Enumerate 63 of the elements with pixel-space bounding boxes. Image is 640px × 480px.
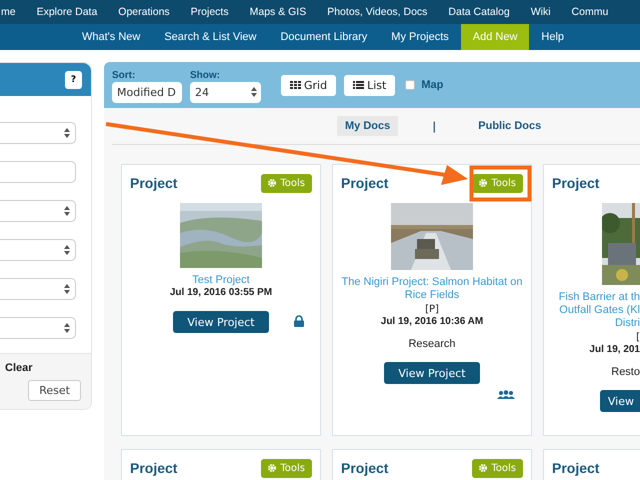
view-project-button[interactable]: View bbox=[600, 390, 640, 412]
project-date: Jul 19, 2016 03:55 PM bbox=[170, 287, 272, 299]
nav-link[interactable]: Operations bbox=[118, 6, 170, 18]
input-field[interactable] bbox=[0, 161, 76, 183]
project-tag: [P] bbox=[425, 303, 439, 316]
card-heading: Project bbox=[552, 175, 600, 191]
nav-link[interactable]: Projects bbox=[190, 6, 229, 18]
nav-link[interactable]: Explore Data bbox=[36, 6, 98, 18]
nav-tab[interactable]: Help bbox=[529, 24, 576, 50]
gear-icon bbox=[268, 464, 276, 472]
sort-arrows-icon bbox=[64, 284, 70, 294]
select-field[interactable] bbox=[0, 122, 76, 144]
nav-tab[interactable]: Search & List View bbox=[152, 24, 268, 50]
select-field[interactable] bbox=[0, 239, 76, 261]
grid-view-button[interactable]: Grid bbox=[281, 74, 336, 96]
nav-link[interactable]: Maps & GIS bbox=[250, 6, 306, 18]
nav-tab[interactable]: What's New bbox=[70, 24, 152, 50]
nav-link[interactable]: Data Catalog bbox=[448, 6, 510, 18]
card-heading: Project bbox=[341, 175, 388, 191]
view-project-button[interactable]: View Project bbox=[173, 311, 269, 333]
list-view-button[interactable]: List bbox=[344, 74, 396, 96]
sort-arrows-icon bbox=[64, 206, 70, 216]
select-field[interactable] bbox=[0, 200, 76, 222]
card-heading: Project bbox=[130, 460, 178, 476]
view-project-button[interactable]: View Project bbox=[384, 362, 480, 384]
nav-link[interactable]: me bbox=[1, 6, 16, 18]
tab-separator: | bbox=[432, 120, 436, 132]
project-tag: [ bbox=[636, 331, 640, 344]
nav-link[interactable]: Commu bbox=[572, 6, 608, 18]
docs-tab[interactable]: Public Docs bbox=[470, 116, 550, 136]
select-field[interactable] bbox=[0, 278, 76, 300]
nav-tab[interactable]: My Projects bbox=[379, 24, 461, 50]
grid-icon bbox=[290, 81, 301, 89]
map-checkbox[interactable] bbox=[405, 80, 416, 90]
gear-icon bbox=[479, 464, 488, 472]
field-label: Sort: bbox=[112, 70, 136, 80]
select-field[interactable] bbox=[0, 317, 76, 339]
clear-label[interactable]: Clear bbox=[5, 362, 33, 374]
docs-tab[interactable]: My Docs bbox=[337, 116, 398, 136]
help-button[interactable]: ? bbox=[65, 70, 82, 88]
nav-tab[interactable]: Document Library bbox=[268, 24, 380, 50]
project-category: Research bbox=[408, 338, 456, 350]
gear-icon bbox=[479, 179, 488, 187]
select-field[interactable]: Modified D bbox=[112, 82, 182, 102]
list-icon bbox=[353, 81, 364, 89]
reset-button[interactable]: Reset bbox=[28, 380, 81, 401]
sort-arrows-icon bbox=[251, 87, 257, 97]
card-heading: Project bbox=[341, 460, 388, 476]
highlight-box bbox=[470, 166, 532, 202]
project-date: Jul 19, 201 bbox=[589, 344, 640, 356]
field-label: Show: bbox=[190, 70, 221, 80]
card-heading: Project bbox=[552, 460, 600, 476]
map-label[interactable]: Map bbox=[421, 79, 444, 91]
project-date: Jul 19, 2016 10:36 AM bbox=[380, 316, 484, 328]
nav-link[interactable]: Photos, Videos, Docs bbox=[327, 6, 428, 18]
sort-arrows-icon bbox=[64, 323, 70, 333]
gear-icon bbox=[268, 179, 276, 187]
select-field[interactable]: 24 bbox=[190, 82, 261, 102]
card-heading: Project bbox=[130, 175, 178, 191]
nav-link[interactable]: Wiki bbox=[530, 6, 551, 18]
sort-arrows-icon bbox=[64, 245, 70, 255]
sort-arrows-icon bbox=[64, 128, 70, 138]
project-category: Resto bbox=[611, 366, 640, 378]
